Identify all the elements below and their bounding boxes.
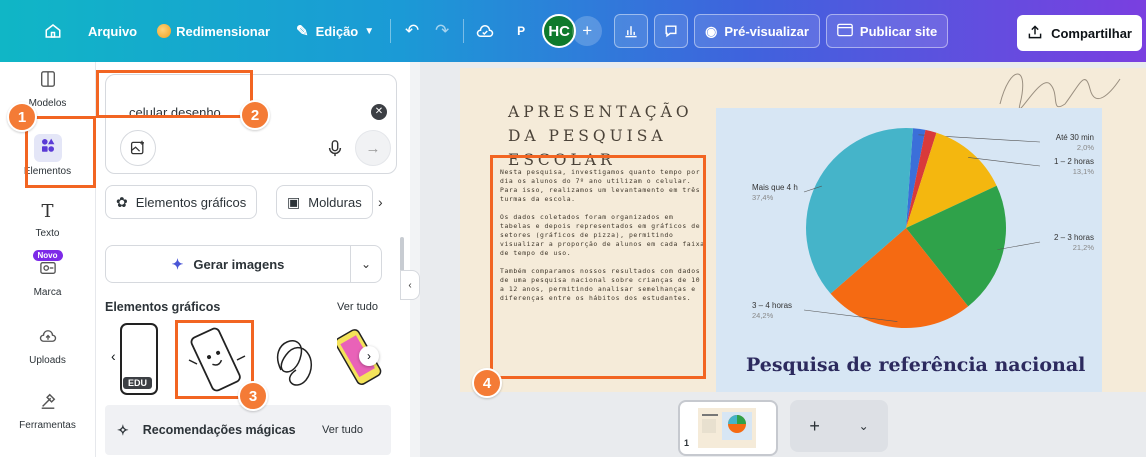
edu-badge: EDU	[123, 377, 153, 389]
generate-dropdown-icon[interactable]: ⌄	[350, 245, 382, 283]
chip-label: Elementos gráficos	[135, 194, 247, 210]
colorful-phone-thumb[interactable]: ›	[334, 320, 385, 398]
website-icon	[837, 23, 853, 40]
magic-label: Recomendações mágicas	[142, 423, 296, 437]
step-badge-2: 2	[240, 100, 270, 130]
templates-icon	[36, 70, 60, 94]
page-thumbnail[interactable]: 1	[678, 400, 778, 456]
pie-label: 1 – 2 horas	[1054, 157, 1094, 166]
chevron-down-icon[interactable]: ⌄	[859, 419, 869, 433]
redo-icon[interactable]: ↷	[427, 13, 457, 49]
scribble-thumb[interactable]	[261, 320, 331, 398]
generate-images-button[interactable]: ✦ Gerar imagens	[105, 245, 351, 283]
rail-label-uploads: Uploads	[29, 355, 66, 366]
chip-label: Molduras	[308, 194, 362, 210]
rail-item-ferramentas[interactable]: Ferramentas	[0, 392, 95, 431]
text-icon: T	[41, 201, 54, 222]
pie-percent-label: 2,0%	[1077, 143, 1094, 152]
sparkle-icon: ✦	[171, 255, 184, 272]
pie-label: 2 – 3 horas	[1054, 233, 1094, 242]
chart-card-title[interactable]: Pesquisa de referência nacional	[746, 354, 1085, 376]
publish-site-button[interactable]: Publicar site	[825, 14, 949, 48]
pages-bar: 1 + ⌄	[420, 392, 1146, 457]
magic-recommendations[interactable]: ✧ Recomendações mágicas Ver tudo	[105, 405, 391, 455]
page-number: 1	[684, 438, 690, 448]
rail-label-texto: Texto	[35, 228, 60, 239]
chart-card[interactable]: Até 30 min 2,0% 1 – 2 horas 13,1% 2 – 3 hora…	[716, 108, 1102, 392]
pie-label: Mais que 4 h	[752, 183, 798, 192]
crown-icon	[157, 24, 172, 38]
rail-label-marca: Marca	[33, 287, 62, 298]
avatar-p[interactable]: P	[508, 18, 534, 44]
rail-label-modelos: Modelos	[28, 98, 67, 109]
step-badge-4: 4	[472, 368, 502, 398]
pie-percent-label: 24,2%	[752, 311, 774, 320]
chevron-down-icon: ▼	[364, 25, 375, 37]
upload-share-icon	[1027, 24, 1043, 43]
publish-label: Publicar site	[859, 23, 938, 39]
rail-item-texto[interactable]: T Texto	[0, 200, 95, 239]
prev-results-icon[interactable]: ‹	[111, 348, 116, 364]
step-badge-1: 1	[7, 102, 37, 132]
pie-label: 3 – 4 horas	[752, 301, 792, 310]
highlight-elementos	[25, 116, 96, 188]
generate-label: Gerar imagens	[193, 256, 285, 272]
microphone-icon[interactable]	[317, 130, 353, 166]
chips-next-icon[interactable]: ›	[378, 194, 383, 210]
file-menu-button[interactable]: Arquivo	[78, 13, 147, 49]
edit-mode-button[interactable]: ✎ Edição ▼	[286, 13, 384, 49]
pie-label: Até 30 min	[1056, 133, 1094, 142]
resize-button[interactable]: Redimensionar	[147, 13, 280, 49]
add-collaborator-icon[interactable]: +	[572, 16, 603, 46]
add-page-button[interactable]: + ⌄	[790, 400, 888, 452]
pie-chart[interactable]: Até 30 min2,0% 1 – 2 horas13,1% 2 – 3 hora…	[716, 108, 1102, 348]
step-badge-3: 3	[238, 381, 268, 411]
brand-icon	[36, 259, 60, 283]
see-all-link[interactable]: Ver tudo	[337, 301, 378, 313]
upload-icon	[36, 327, 60, 351]
pie-percent-label: 21,2%	[1073, 243, 1095, 252]
home-icon[interactable]	[38, 13, 68, 49]
frame-icon: ▣	[287, 193, 301, 210]
resize-label: Redimensionar	[176, 23, 271, 39]
pencil-icon: ✎	[296, 23, 309, 40]
pie-percent-label: 37,4%	[752, 193, 774, 202]
share-label: Compartilhar	[1051, 25, 1132, 41]
magic-sparkle-icon: ✧	[117, 421, 129, 438]
collapse-panel-icon[interactable]: ‹	[400, 270, 420, 300]
toolbar-divider	[463, 19, 465, 43]
cloud-saved-icon[interactable]	[470, 13, 500, 49]
magic-see-all[interactable]: Ver tudo	[322, 424, 363, 436]
rail-item-uploads[interactable]: Uploads	[0, 327, 95, 366]
next-results-icon[interactable]: ›	[359, 346, 379, 366]
preview-label: Pré-visualizar	[724, 23, 809, 39]
toolbar-divider	[390, 19, 392, 43]
image-search-icon[interactable]	[120, 130, 156, 166]
submit-search-button[interactable]: →	[355, 130, 391, 166]
preview-button[interactable]: ◉ Pré-visualizar	[694, 14, 820, 48]
rail-item-marca[interactable]: Novo Marca	[0, 250, 95, 298]
chip-molduras[interactable]: ▣ Molduras	[276, 185, 373, 219]
clear-search-icon[interactable]: ✕	[371, 104, 387, 120]
undo-icon[interactable]: ↶	[397, 13, 427, 49]
section-title: Elementos gráficos	[105, 300, 221, 314]
flower-icon: ✿	[116, 193, 128, 210]
tools-icon	[36, 392, 60, 416]
plus-icon: +	[809, 415, 820, 436]
top-toolbar: Arquivo Redimensionar ✎ Edição ▼ ↶ ↷ P H…	[0, 0, 1146, 62]
chip-elementos-graficos[interactable]: ✿ Elementos gráficos	[105, 185, 258, 219]
rail-label-ferramentas: Ferramentas	[19, 420, 76, 431]
highlight-search	[96, 70, 253, 118]
edit-mode-label: Edição	[315, 23, 359, 39]
avatar-hc[interactable]: HC	[542, 14, 577, 48]
eye-icon: ◉	[705, 22, 718, 39]
phone-outline-thumb[interactable]: EDU ‹	[109, 320, 169, 398]
comment-icon[interactable]	[654, 14, 689, 48]
pie-percent-label: 13,1%	[1073, 167, 1095, 176]
highlight-slide-text	[490, 155, 706, 379]
insights-icon[interactable]	[614, 14, 649, 48]
share-button[interactable]: Compartilhar	[1017, 15, 1142, 51]
